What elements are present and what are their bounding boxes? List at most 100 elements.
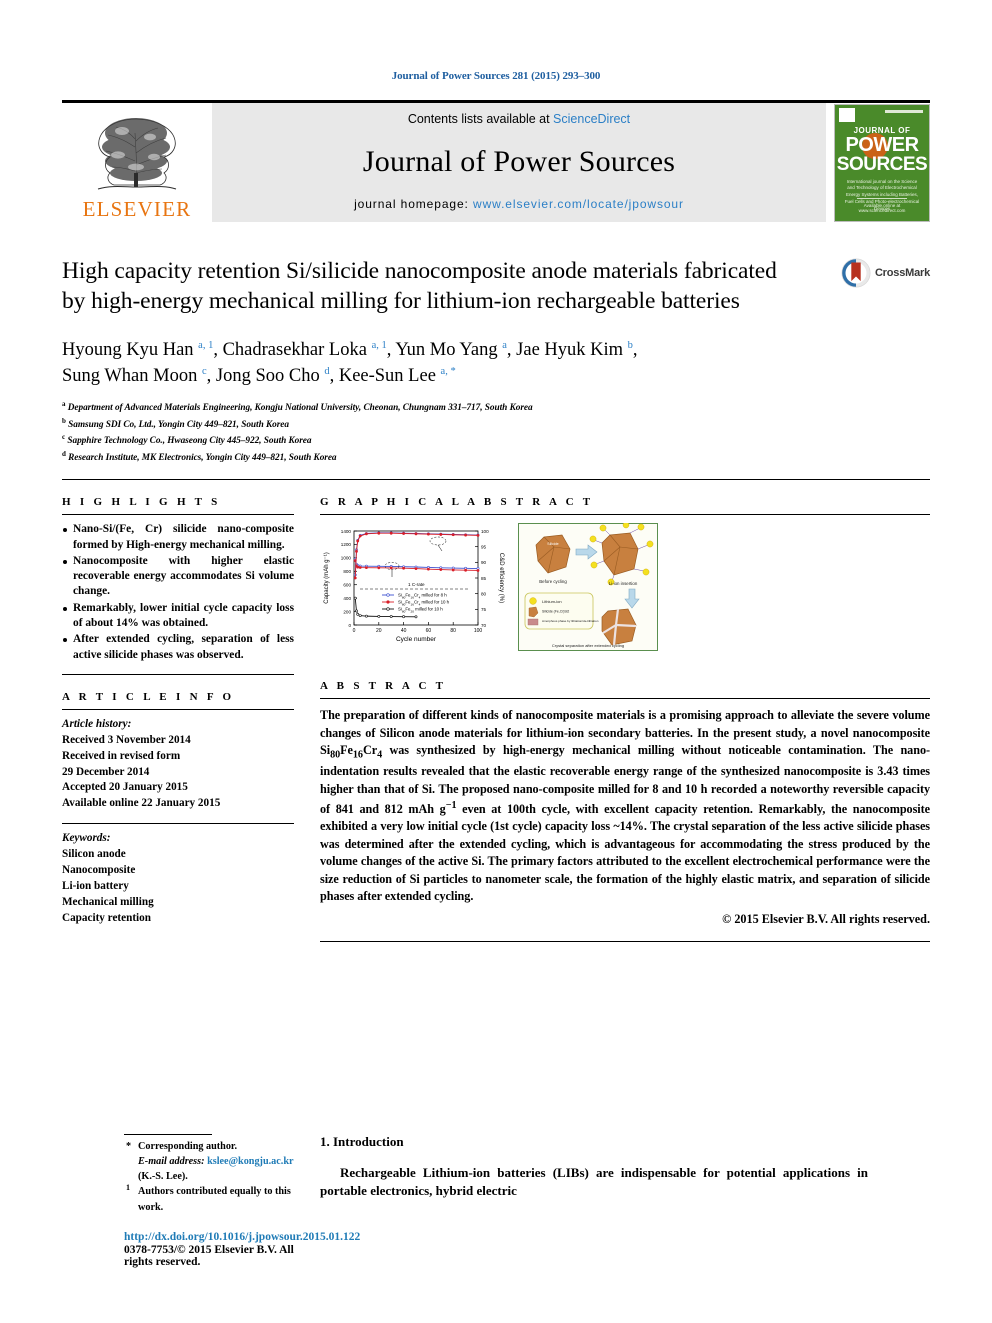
author-name: Jong Soo Cho bbox=[215, 366, 320, 387]
masthead-center: Contents lists available at ScienceDirec… bbox=[212, 103, 826, 222]
affiliation-item: c Sapphire Technology Co., Hwaseong City… bbox=[62, 432, 930, 449]
schematic-legend: Lithium-ion Silicide (Fe,Cr)Si2 Amorphou… bbox=[524, 592, 599, 630]
author-marks: a, * bbox=[440, 366, 456, 378]
svg-text:200: 200 bbox=[343, 610, 351, 615]
legend-label-silicide: Silicide (Fe,Cr)Si2 bbox=[542, 610, 569, 614]
crossmark-badge[interactable]: CrossMark bbox=[841, 258, 930, 288]
cycling-performance-chart: 0 20 40 60 80 100 Cycle number 0 200 400 600 800 100… bbox=[320, 523, 510, 658]
author-marks: a, 1 bbox=[371, 339, 387, 351]
highlights-list: Nano-Si/(Fe, Cr) silicide nano-composite… bbox=[62, 522, 294, 663]
svg-text:85: 85 bbox=[481, 576, 487, 581]
author-marks: a, 1 bbox=[198, 339, 214, 351]
abstract-bottom-divider bbox=[320, 941, 930, 943]
schematic-svg: Silicide Before cycling Li-ion insertion… bbox=[518, 522, 658, 652]
svg-text:1200: 1200 bbox=[341, 542, 352, 547]
cover-line3: SOURCES bbox=[836, 153, 928, 175]
svg-text:Si80Fe16Cr4 milled for 10 h: Si80Fe16Cr4 milled for 10 h bbox=[398, 600, 450, 607]
footnote-equal-contribution: 1 Authors contributed equally to this wo… bbox=[124, 1183, 294, 1215]
sciencedirect-link[interactable]: ScienceDirect bbox=[553, 112, 630, 126]
cover-elsevier-mark bbox=[839, 107, 855, 122]
homepage-label: journal homepage: bbox=[354, 197, 469, 211]
journal-title: Journal of Power Sources bbox=[362, 144, 676, 178]
keywords-block: Keywords: Silicon anode Nanocomposite Li… bbox=[62, 831, 294, 926]
author-item: Yun Mo Yang a bbox=[395, 339, 507, 360]
affiliation-mark: c bbox=[62, 433, 66, 442]
journal-homepage-line: journal homepage: www.elsevier.com/locat… bbox=[354, 197, 684, 211]
svg-text:0: 0 bbox=[353, 628, 356, 634]
cover-footer: Available online at www.sciencedirect.co… bbox=[858, 202, 906, 213]
svg-text:100: 100 bbox=[474, 628, 483, 634]
author-name: Chadrasekhar Loka bbox=[222, 339, 367, 360]
content-columns: H I G H L I G H T S Nano-Si/(Fe, Cr) sil… bbox=[62, 480, 930, 943]
affiliation-item: d Research Institute, MK Electronics, Yo… bbox=[62, 449, 930, 466]
right-column: G R A P H I C A L A B S T R A C T 0 20 40 6… bbox=[320, 480, 930, 943]
svg-text:Si80Fe16Cr4 milled for 8 h: Si80Fe16Cr4 milled for 8 h bbox=[398, 593, 447, 600]
keyword-item: Mechanical milling bbox=[62, 895, 154, 908]
svg-text:Cycle number: Cycle number bbox=[396, 636, 437, 643]
affiliation-text: Samsung SDI Co, Ltd., Yongin City 449–82… bbox=[68, 419, 289, 430]
graphical-abstract-figure: 0 20 40 60 80 100 Cycle number 0 200 400 600 800 100… bbox=[320, 522, 930, 658]
list-item: Remarkably, lower initial cycle capacity… bbox=[62, 601, 294, 632]
affiliation-mark: d bbox=[62, 449, 66, 458]
author-marks: a bbox=[502, 339, 507, 351]
author-item: Jong Soo Cho d bbox=[216, 366, 330, 386]
highlights-heading: H I G H L I G H T S bbox=[62, 496, 221, 509]
footnote-mark: * bbox=[126, 1140, 132, 1152]
affiliation-item: a Department of Advanced Materials Engin… bbox=[62, 399, 930, 416]
footnote-divider bbox=[124, 1133, 212, 1135]
list-item: Nano-Si/(Fe, Cr) silicide nano-composite… bbox=[62, 522, 294, 553]
stage2-label: Li-ion insertion bbox=[609, 581, 638, 586]
keywords-label: Keywords: bbox=[62, 832, 111, 845]
affiliation-mark: b bbox=[62, 416, 66, 425]
mechanism-schematic: Silicide Before cycling Li-ion insertion… bbox=[518, 522, 658, 652]
keyword-item: Silicon anode bbox=[62, 848, 126, 861]
svg-text:80: 80 bbox=[450, 628, 456, 634]
footer-right: 1. Introduction Rechargeable Lithium-ion… bbox=[320, 1134, 930, 1268]
svg-text:600: 600 bbox=[343, 583, 351, 588]
affiliation-text: Research Institute, MK Electronics, Yong… bbox=[68, 452, 337, 463]
affiliation-text: Department of Advanced Materials Enginee… bbox=[67, 403, 533, 414]
svg-text:40: 40 bbox=[401, 628, 407, 634]
svg-text:400: 400 bbox=[343, 596, 351, 601]
chart-svg: 0 20 40 60 80 100 Cycle number 0 200 400 600 800 100… bbox=[324, 529, 504, 643]
page-footer: * Corresponding author. E-mail address: … bbox=[62, 1133, 930, 1268]
stage1-label: Before cycling bbox=[539, 579, 567, 584]
article-info-heading: A R T I C L E I N F O bbox=[62, 690, 235, 703]
doi-link[interactable]: http://dx.doi.org/10.1016/j.jpowsour.201… bbox=[124, 1231, 360, 1243]
footer-left: * Corresponding author. E-mail address: … bbox=[62, 1133, 360, 1268]
svg-text:20: 20 bbox=[376, 628, 382, 634]
stage3-label: Crystal separation after extended cyclin… bbox=[552, 643, 624, 648]
legend-label-amorphous: Amorphous phase by lithiation/de-lithiat… bbox=[542, 619, 599, 623]
running-head: Journal of Power Sources 281 (2015) 293–… bbox=[391, 70, 601, 82]
author-name: Yun Mo Yang bbox=[395, 339, 498, 360]
author-item: Sung Whan Moon c bbox=[62, 366, 207, 386]
footnote-text: Corresponding author. bbox=[138, 1140, 238, 1152]
author-name: Hyoung Kyu Han bbox=[62, 339, 194, 360]
elsevier-wordmark: ELSEVIER bbox=[82, 197, 192, 221]
contents-prefix: Contents lists available at bbox=[407, 112, 554, 126]
svg-text:800: 800 bbox=[343, 569, 351, 574]
author-item: Chadrasekhar Loka a, 1 bbox=[222, 339, 387, 360]
highlights-divider bbox=[62, 514, 294, 516]
history-item: 29 December 2014 bbox=[62, 765, 150, 778]
svg-text:90: 90 bbox=[481, 560, 487, 565]
author-marks: b bbox=[627, 339, 633, 351]
cover-divider bbox=[857, 197, 907, 199]
homepage-url[interactable]: www.elsevier.com/locate/jpowsour bbox=[473, 197, 684, 211]
article-history: Article history: Received 3 November 201… bbox=[62, 717, 294, 812]
history-item: Received in revised form bbox=[62, 749, 181, 762]
author-item: Jae Hyuk Kim b bbox=[516, 339, 633, 359]
svg-text:100: 100 bbox=[481, 529, 489, 534]
journal-masthead: ELSEVIER Contents lists available at Sci… bbox=[62, 100, 930, 222]
abstract-heading: A B S T R A C T bbox=[320, 680, 447, 693]
affiliation-item: b Samsung SDI Co, Ltd., Yongin City 449–… bbox=[62, 416, 930, 433]
keyword-item: Li-ion battery bbox=[62, 879, 129, 892]
keyword-item: Nanocomposite bbox=[62, 864, 136, 877]
abstract-divider bbox=[320, 698, 930, 700]
left-column: H I G H L I G H T S Nano-Si/(Fe, Cr) sil… bbox=[62, 480, 294, 942]
keyword-item: Capacity retention bbox=[62, 911, 151, 924]
svg-text:1000: 1000 bbox=[341, 556, 352, 561]
author-item: Kee-Sun Lee a, * bbox=[339, 366, 456, 386]
list-item: Nanocomposite with higher elastic recove… bbox=[62, 554, 294, 600]
email-link[interactable]: kslee@kongju.ac.kr bbox=[207, 1156, 293, 1167]
